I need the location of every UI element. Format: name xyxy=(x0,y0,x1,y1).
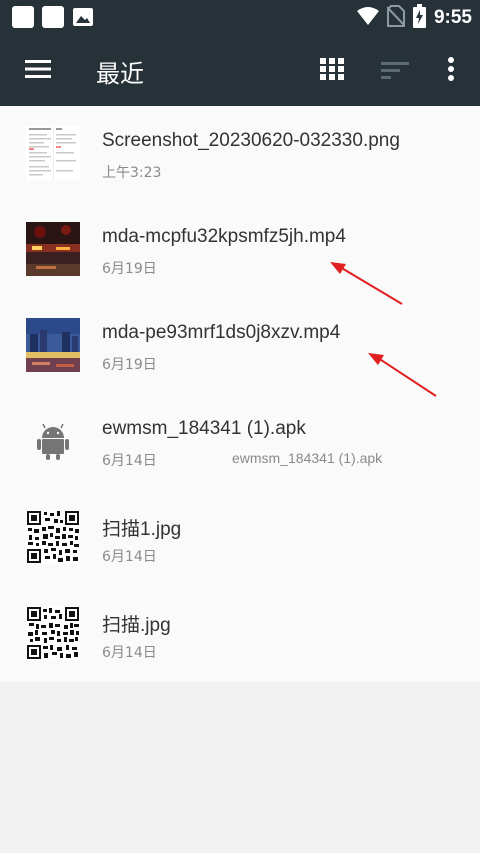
file-name: mda-mcpfu32kpsmfz5jh.mp4 xyxy=(102,226,346,247)
file-name: Screenshot_20230620-032330.png xyxy=(102,130,400,151)
list-item[interactable]: ewmsm_184341 (1).apk 6月14日 ewmsm_184341 … xyxy=(0,394,480,490)
android-icon xyxy=(26,414,80,468)
image-icon xyxy=(72,6,94,28)
status-time: 9:55 xyxy=(433,7,472,28)
notification-square-icon xyxy=(42,6,64,28)
file-date: 6月19日 xyxy=(102,261,157,277)
wifi-icon xyxy=(356,6,379,30)
file-date: 上午3:23 xyxy=(102,165,162,181)
page-title: 最近 xyxy=(96,60,144,88)
grid-view-icon[interactable] xyxy=(320,58,344,80)
file-name: 扫描.jpg xyxy=(102,615,171,636)
file-name: 扫描1.jpg xyxy=(102,519,182,540)
list-item[interactable]: 扫描.jpg 6月14日 xyxy=(0,586,480,682)
file-thumbnail xyxy=(26,222,80,276)
list-item[interactable]: Screenshot_20230620-032330.png 上午3:23 xyxy=(0,106,480,202)
file-summary: ewmsm_184341 (1).apk xyxy=(232,450,383,466)
list-item[interactable]: mda-pe93mrf1ds0j8xzv.mp4 6月19日 xyxy=(0,298,480,394)
file-date: 6月19日 xyxy=(102,357,157,373)
battery-icon xyxy=(412,4,426,32)
file-date: 6月14日 xyxy=(102,453,157,469)
file-date: 6月14日 xyxy=(102,549,157,565)
toolbar: 最近 xyxy=(0,34,480,106)
status-bar: 9:55 xyxy=(0,0,480,34)
qr-code-thumbnail xyxy=(26,510,80,564)
hamburger-icon[interactable] xyxy=(25,59,51,79)
file-name: ewmsm_184341 (1).apk xyxy=(102,418,306,439)
file-name: mda-pe93mrf1ds0j8xzv.mp4 xyxy=(102,322,341,343)
file-thumbnail xyxy=(26,318,80,372)
list-item[interactable]: mda-mcpfu32kpsmfz5jh.mp4 6月19日 xyxy=(0,202,480,298)
more-vert-icon[interactable] xyxy=(444,56,458,82)
qr-code-thumbnail xyxy=(26,606,80,660)
list-item[interactable]: 扫描1.jpg 6月14日 xyxy=(0,490,480,586)
file-list: Screenshot_20230620-032330.png 上午3:23 md… xyxy=(0,106,480,682)
file-thumbnail xyxy=(26,126,80,180)
no-sim-icon xyxy=(386,5,406,31)
notification-square-icon xyxy=(12,6,34,28)
file-date: 6月14日 xyxy=(102,645,157,661)
sort-icon[interactable] xyxy=(381,60,409,80)
